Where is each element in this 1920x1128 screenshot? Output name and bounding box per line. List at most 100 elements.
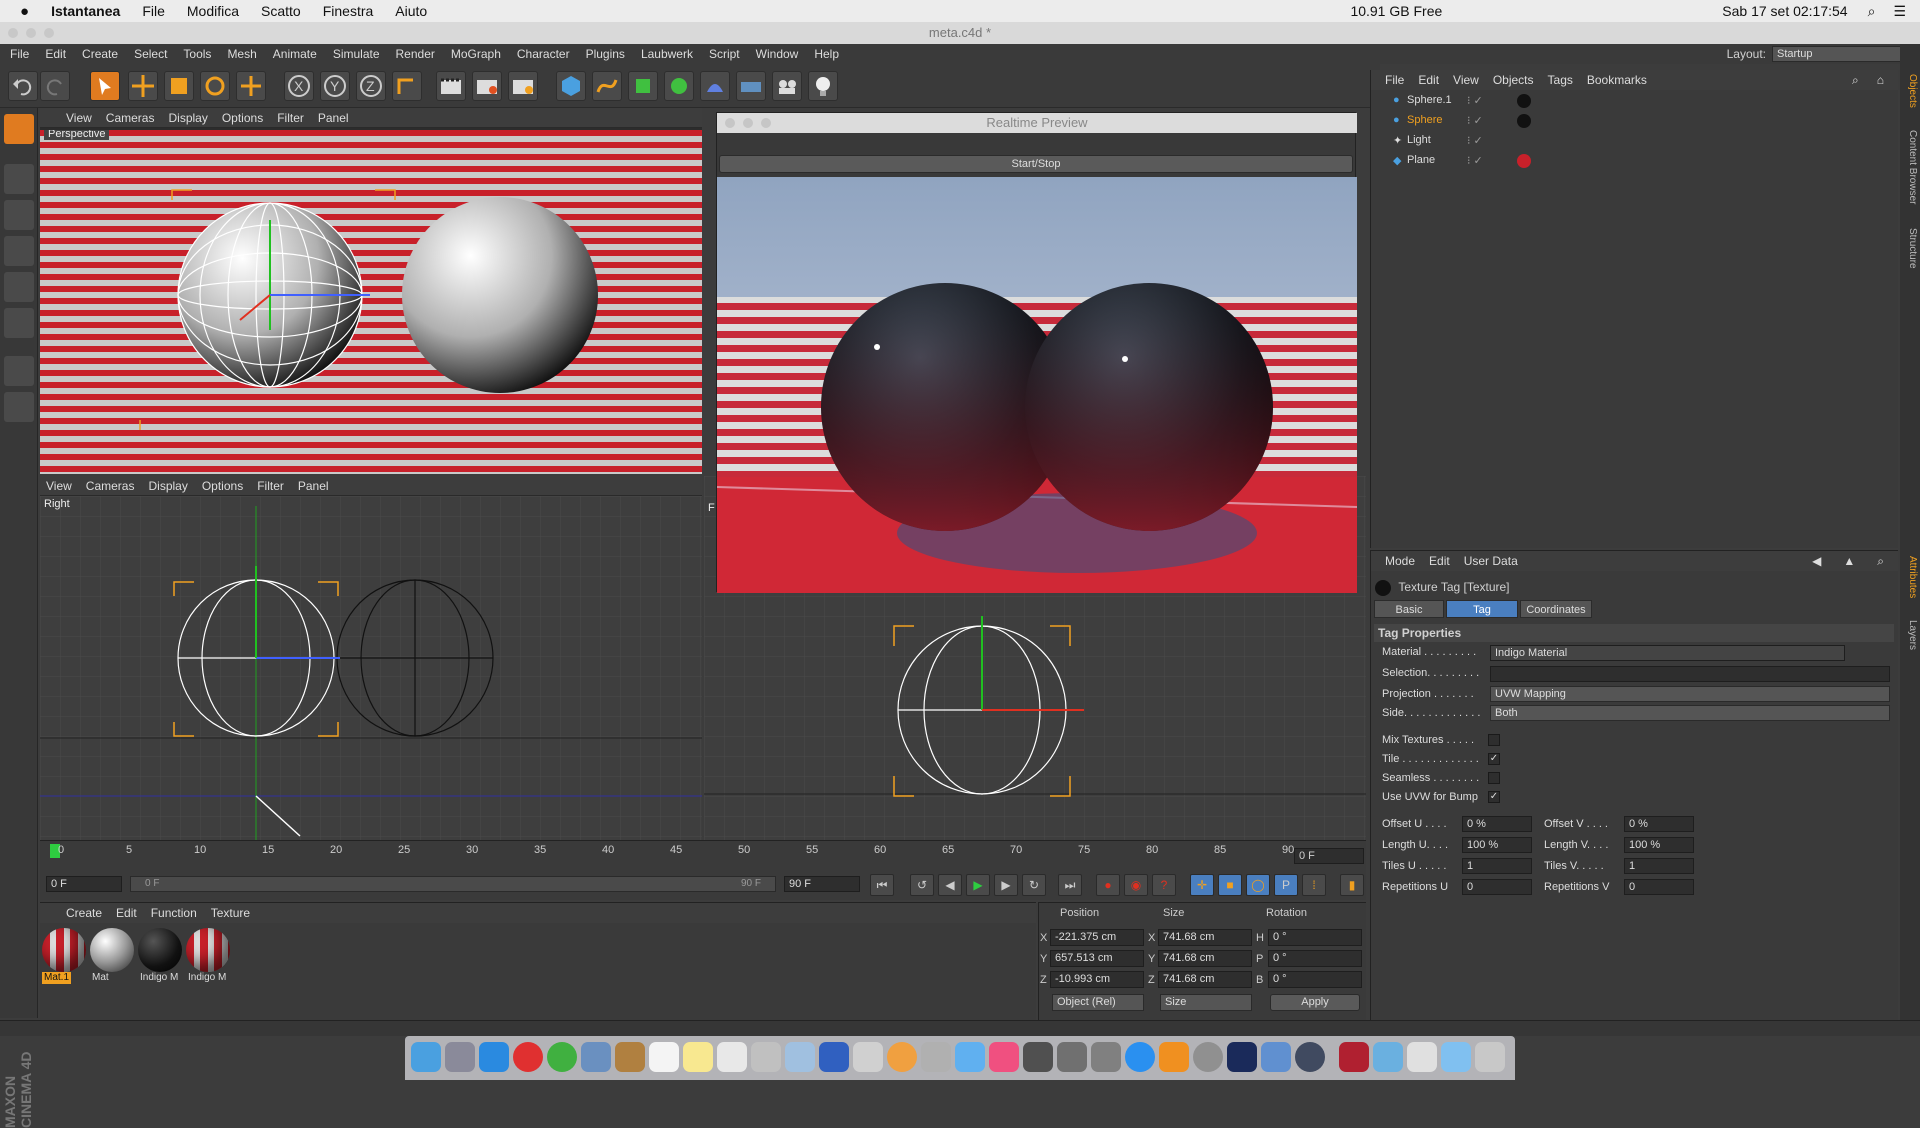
timeline[interactable] [40, 840, 1366, 868]
visibility-dots[interactable]: ⁝ ✓ [1467, 154, 1483, 167]
system-info-icon[interactable] [853, 1042, 883, 1072]
tab-basic[interactable]: Basic [1374, 600, 1444, 618]
coordinate-system-icon[interactable] [392, 71, 422, 101]
utility-icon[interactable] [1057, 1042, 1087, 1072]
end-frame-field[interactable]: 90 F [784, 876, 860, 892]
obj-menu-file[interactable]: File [1385, 73, 1404, 87]
rotate-icon[interactable] [200, 71, 230, 101]
contacts-icon[interactable] [615, 1042, 645, 1072]
uvw-bump-checkbox[interactable]: ✓ [1488, 791, 1500, 803]
move-icon[interactable] [128, 71, 158, 101]
attr-menu-userdata[interactable]: User Data [1464, 554, 1518, 568]
repetitions-v-field[interactable]: 0 [1624, 879, 1694, 895]
projection-dropdown[interactable]: UVW Mapping [1490, 686, 1890, 702]
tab-coordinates[interactable]: Coordinates [1520, 600, 1592, 618]
material-name[interactable]: Indigo M [186, 972, 228, 984]
object-row-plane[interactable]: ◆ Plane ⁝ ✓ [1371, 154, 1891, 172]
key-parameter-icon[interactable]: P [1274, 874, 1298, 896]
scale-icon[interactable] [164, 71, 194, 101]
offset-u-field[interactable]: 0 % [1462, 816, 1532, 832]
search-icon[interactable]: ⌕ [1852, 73, 1859, 88]
nurbs-icon[interactable] [628, 71, 658, 101]
trash-icon[interactable] [1475, 1042, 1505, 1072]
menu-mesh[interactable]: Mesh [227, 47, 256, 61]
tab-tag[interactable]: Tag [1446, 600, 1518, 618]
next-key-icon[interactable]: ↻ [1022, 874, 1046, 896]
material-swatch-indigo2[interactable] [186, 928, 230, 972]
menu-simulate[interactable]: Simulate [333, 47, 380, 61]
object-row-light[interactable]: ✦ Light ⁝ ✓ [1371, 134, 1891, 152]
offset-v-field[interactable]: 0 % [1624, 816, 1694, 832]
preview-close-icon[interactable] [725, 118, 735, 128]
key-pla-icon[interactable]: ⁞ [1302, 874, 1326, 896]
obj-menu-objects[interactable]: Objects [1493, 73, 1534, 87]
obj-menu-tags[interactable]: Tags [1548, 73, 1573, 87]
obj-menu-bookmarks[interactable]: Bookmarks [1587, 73, 1647, 87]
vp2-menu-cameras[interactable]: Cameras [86, 479, 135, 493]
mac-menu-modifica[interactable]: Modifica [187, 3, 239, 19]
light-icon[interactable] [808, 71, 838, 101]
photos-icon[interactable] [887, 1042, 917, 1072]
minimize-icon[interactable] [26, 28, 36, 38]
menu-create[interactable]: Create [82, 47, 118, 61]
size-z-field[interactable]: 741.68 cm [1158, 971, 1252, 988]
cube-icon[interactable] [556, 71, 586, 101]
grapher-icon[interactable] [751, 1042, 781, 1072]
redo-icon[interactable] [40, 71, 70, 101]
vp2-menu-view[interactable]: View [46, 479, 72, 493]
tile-checkbox[interactable]: ✓ [1488, 753, 1500, 765]
keyframe-selection-icon[interactable]: ? [1152, 874, 1176, 896]
spline-icon[interactable] [592, 71, 622, 101]
visibility-dots[interactable]: ⁝ ✓ [1467, 94, 1483, 107]
axis-mode-icon[interactable] [4, 356, 34, 386]
start-stop-button[interactable]: Start/Stop [719, 155, 1353, 173]
previous-key-icon[interactable]: ↺ [910, 874, 934, 896]
vp-menu-view[interactable]: View [66, 111, 92, 125]
side-dropdown[interactable]: Both [1490, 705, 1890, 721]
list-icon[interactable]: ☰ [1893, 3, 1906, 20]
obj-menu-edit[interactable]: Edit [1418, 73, 1439, 87]
search-icon[interactable]: ⌕ [1868, 3, 1876, 20]
menu-laubwerk[interactable]: Laubwerk [641, 47, 693, 61]
key-scale-icon[interactable]: ■ [1218, 874, 1242, 896]
key-rotation-icon[interactable]: ◯ [1246, 874, 1270, 896]
photo-booth-icon[interactable] [1023, 1042, 1053, 1072]
apple-icon[interactable]: ● [20, 3, 29, 20]
undo-icon[interactable] [8, 71, 38, 101]
mac-menu-scatto[interactable]: Scatto [261, 3, 301, 19]
opera-icon[interactable] [513, 1042, 543, 1072]
environment-icon[interactable] [736, 71, 766, 101]
position-y-field[interactable]: 657.513 cm [1050, 950, 1144, 967]
close-icon[interactable] [8, 28, 18, 38]
preview-minimize-icon[interactable] [743, 118, 753, 128]
menu-edit[interactable]: Edit [45, 47, 66, 61]
material-swatch-mat1[interactable] [42, 928, 86, 972]
vp2-menu-options[interactable]: Options [202, 479, 243, 493]
back-arrow-icon[interactable]: ◀ [1812, 554, 1821, 568]
obj-menu-view[interactable]: View [1453, 73, 1479, 87]
image-capture-icon[interactable] [785, 1042, 815, 1072]
menu-help[interactable]: Help [814, 47, 839, 61]
search-icon[interactable]: ⌕ [1877, 554, 1884, 569]
go-to-start-icon[interactable]: ⏮ [870, 874, 894, 896]
transform-icon[interactable] [236, 71, 266, 101]
rotation-p-field[interactable]: 0 ° [1268, 950, 1362, 967]
text-tool-icon[interactable] [921, 1042, 951, 1072]
render-picture-viewer-icon[interactable] [472, 71, 502, 101]
menu-mograph[interactable]: MoGraph [451, 47, 501, 61]
model-mode-icon[interactable] [4, 164, 34, 194]
start-frame-field[interactable]: 0 F [46, 876, 122, 892]
folder-icon[interactable] [1261, 1042, 1291, 1072]
document-icon[interactable] [1339, 1042, 1369, 1072]
material-field[interactable]: Indigo Material [1490, 645, 1845, 661]
record-keys-icon[interactable]: ● [1096, 874, 1120, 896]
xcode-icon[interactable] [819, 1042, 849, 1072]
tiles-u-field[interactable]: 1 [1462, 858, 1532, 874]
side-tab-layers[interactable]: Layers [1902, 620, 1918, 650]
selection-field[interactable] [1490, 666, 1890, 682]
next-frame-icon[interactable]: ▶ [994, 874, 1018, 896]
timeline-window-icon[interactable]: ▮ [1340, 874, 1364, 896]
material-swatch-indigo1[interactable] [138, 928, 182, 972]
menu-select[interactable]: Select [134, 47, 167, 61]
snap-icon[interactable] [4, 392, 34, 422]
